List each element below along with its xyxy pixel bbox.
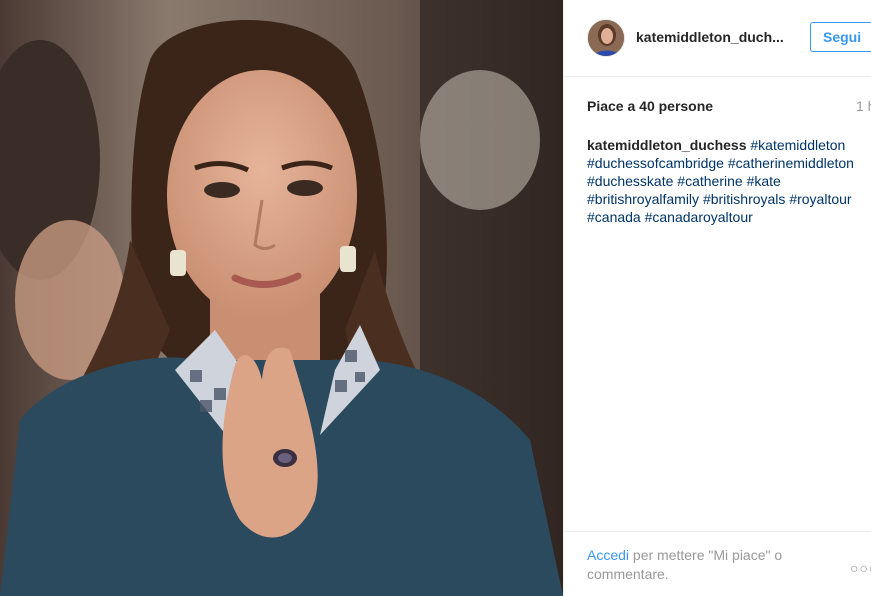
hashtag-link[interactable]: #duchessofcambridge bbox=[587, 155, 724, 171]
caption-line-4: #britishroyalfamily #britishroyals #roya… bbox=[587, 190, 871, 208]
username-link[interactable]: katemiddleton_duch... bbox=[636, 29, 796, 45]
post-caption: katemiddleton_duchess #katemiddleton #du… bbox=[587, 136, 871, 226]
caption-line-2: #duchessofcambridge #catherinemiddleton bbox=[587, 154, 871, 172]
hashtag-link[interactable]: #canada bbox=[587, 209, 641, 225]
hashtag-link[interactable]: #britishroyals bbox=[703, 191, 785, 207]
caption-line-3: #duchesskate #catherine #kate bbox=[587, 172, 871, 190]
hashtag-link[interactable]: #duchesskate bbox=[587, 173, 673, 189]
avatar-image bbox=[588, 20, 624, 56]
hashtag-link[interactable]: #catherine bbox=[677, 173, 742, 189]
hashtag-link[interactable]: #kate bbox=[747, 173, 781, 189]
hashtag-link[interactable]: #royaltour bbox=[789, 191, 851, 207]
hashtag-link[interactable]: #canadaroyaltour bbox=[645, 209, 753, 225]
post-header: katemiddleton_duch... Segui bbox=[564, 0, 871, 77]
hashtag-link[interactable]: #britishroyalfamily bbox=[587, 191, 699, 207]
woman-portrait-image bbox=[0, 0, 563, 596]
post-timestamp[interactable]: 1 h bbox=[856, 98, 871, 114]
caption-username[interactable]: katemiddleton_duchess bbox=[587, 137, 747, 153]
caption-line-1: katemiddleton_duchess #katemiddleton bbox=[587, 136, 871, 154]
more-options-icon[interactable]: ○○○ bbox=[850, 560, 871, 576]
post-footer: Accedi per mettere "Mi piace" o commenta… bbox=[564, 531, 871, 596]
likes-count[interactable]: Piace a 40 persone bbox=[587, 98, 713, 114]
follow-button[interactable]: Segui bbox=[810, 22, 871, 52]
login-prompt: Accedi per mettere "Mi piace" o commenta… bbox=[587, 546, 817, 584]
post-sidebar: katemiddleton_duch... Segui Piace a 40 p… bbox=[563, 0, 871, 596]
login-link[interactable]: Accedi bbox=[587, 547, 629, 563]
hashtag-link[interactable]: #katemiddleton bbox=[750, 137, 845, 153]
avatar[interactable] bbox=[587, 19, 625, 57]
caption-line-5: #canada #canadaroyaltour bbox=[587, 208, 871, 226]
hashtag-link[interactable]: #catherinemiddleton bbox=[728, 155, 854, 171]
post-photo[interactable] bbox=[0, 0, 563, 596]
